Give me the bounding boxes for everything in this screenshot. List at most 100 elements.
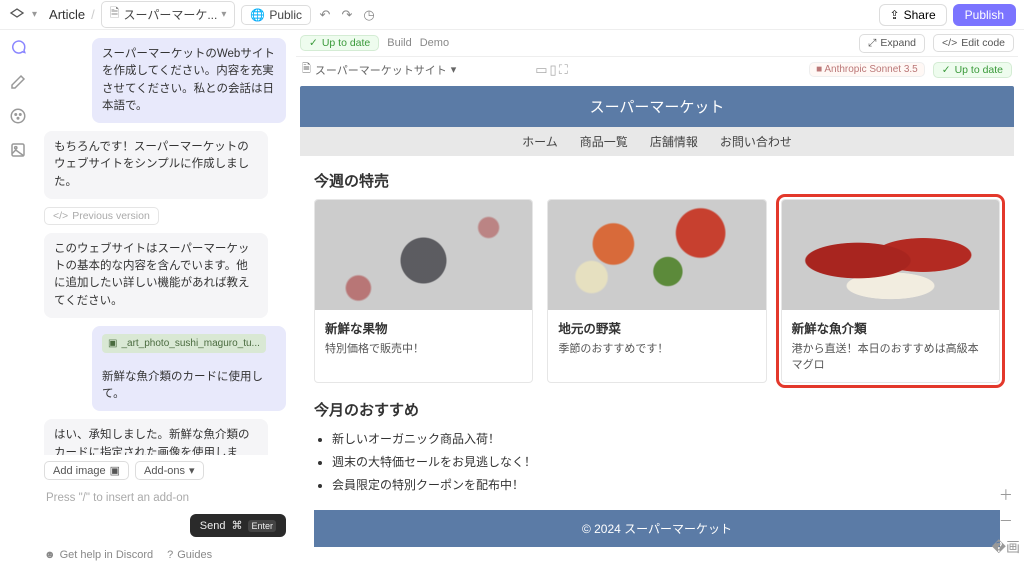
fullscreen-icon[interactable]: ⛶ [559,62,568,78]
previous-version-chip[interactable]: </>Previous version [44,207,159,225]
breadcrumb-slash: / [91,7,95,22]
preview-frame: スーパーマーケット ホーム 商品一覧 店舗情報 お問い合わせ 今週の特売 新鮮な… [296,82,1018,567]
mobile-icon[interactable]: ▯ [550,62,557,78]
zoom-out-icon[interactable]: － [992,511,1020,531]
doc-chip[interactable]: 🗎 スーパーマーケ... ▾ [101,1,236,28]
tab-build[interactable]: Build [387,37,411,49]
msg-user: 新鮮な魚介類のカードに使用して。 [92,361,286,412]
desktop-icon[interactable]: ▭ [535,62,547,78]
composer-input[interactable]: Press "/" to insert an add-on [44,486,286,514]
redo-icon[interactable]: ↷ [339,7,355,23]
share-button[interactable]: ⇪ Share [879,4,947,26]
tab-demo[interactable]: Demo [420,37,449,49]
card-desc: 港から直送！本日のおすすめは高級本マグロ [792,340,989,372]
product-card[interactable]: 地元の野菜季節のおすすめです！ [547,199,766,383]
share-label: Share [904,8,936,22]
nav-home[interactable]: ホーム [522,133,558,150]
status-pill: ✓Up to date [300,35,379,51]
card-title: 地元の野菜 [558,318,755,337]
add-image-button[interactable]: Add image▣ [44,461,129,480]
chat-scroll[interactable]: スーパーマーケットのWebサイトを作成してください。内容を充実させてください。私… [36,30,294,455]
site-root[interactable]: スーパーマーケット ホーム 商品一覧 店舗情報 お問い合わせ 今週の特売 新鮮な… [300,86,1014,559]
document-icon: 🗎 [302,60,311,79]
publish-button[interactable]: Publish [953,4,1016,26]
chevron-down-icon: ▾ [451,63,457,76]
doc-title: スーパーマーケ... [123,6,217,23]
globe-icon: 🌐 [250,8,265,22]
left-rail [0,30,36,567]
attachment-chip[interactable]: ▣_art_photo_sushi_maguro_tu... [102,334,266,353]
card-desc: 特別価格で販売中！ [325,340,522,356]
public-label: Public [269,8,302,22]
app-logo-icon[interactable] [8,6,26,24]
msg-user-group: ▣_art_photo_sushi_maguro_tu... 新鮮な魚介類のカー… [92,326,286,412]
discord-icon: ☻ [44,549,56,561]
image-icon: ▣ [108,338,117,349]
msg-assistant: このウェブサイトはスーパーマーケットの基本的な内容を含んでいます。他に追加したい… [44,233,268,318]
undo-icon[interactable]: ↶ [317,7,333,23]
zoom-reset-icon[interactable]: �画 [992,537,1020,557]
rail-image-icon[interactable] [8,140,28,160]
add-ons-button[interactable]: Add-ons▾ [135,461,204,480]
enter-key: Enter [248,520,276,532]
device-toggle[interactable]: ▭ ▯ ⛶ [535,62,568,78]
chevron-down-icon: ▾ [221,9,226,20]
command-icon: ⌘ [231,519,242,532]
check-icon: ✓ [942,64,951,76]
expand-icon: ⤢ [868,37,876,50]
history-icon[interactable]: ◷ [361,7,377,23]
code-icon: </> [53,210,68,222]
model-chip[interactable]: ■ Anthropic Sonnet 3.5 [809,62,925,77]
expand-button[interactable]: ⤢Expand [859,34,925,53]
chevron-down-icon: ▾ [189,464,195,477]
chat-footer: ☻Get help in Discord ?Guides [36,543,294,567]
site-nav: ホーム 商品一覧 店舗情報 お問い合わせ [300,127,1014,156]
chat-column: スーパーマーケットのWebサイトを作成してください。内容を充実させてください。私… [36,30,294,567]
send-button[interactable]: Send ⌘ Enter [190,514,286,537]
guides-link[interactable]: ?Guides [167,549,212,561]
msg-assistant: はい、承知しました。新鮮な魚介類のカードに指定された画像を使用します。 [44,419,268,455]
product-card-highlighted[interactable]: 新鮮な魚介類港から直送！本日のおすすめは高級本マグロ [781,199,1000,383]
section-weekly-title: 今週の特売 [314,170,1000,191]
msg-user: スーパーマーケットのWebサイトを作成してください。内容を充実させてください。私… [92,38,286,123]
file-chip[interactable]: 🗎スーパーマーケットサイト ▾ [302,60,456,79]
rail-palette-icon[interactable] [8,106,28,126]
visibility-chip[interactable]: 🌐 Public [241,5,311,25]
card-title: 新鮮な果物 [325,318,522,337]
list-item: 週末の大特価セールをお見逃しなく！ [332,451,1000,474]
share-icon: ⇪ [890,8,900,22]
zoom-controls: ＋ － �画 [992,485,1020,557]
image-icon: ▣ [110,464,120,477]
preview-header: 🗎スーパーマーケットサイト ▾ ▭ ▯ ⛶ ■ Anthropic Sonnet… [296,56,1018,82]
discord-link[interactable]: ☻Get help in Discord [44,549,153,561]
site-footer: © 2024 スーパーマーケット [314,510,1000,547]
nav-products[interactable]: 商品一覧 [580,133,628,150]
preview-topbar: ✓Up to date Build Demo ⤢Expand </>Edit c… [296,30,1018,56]
composer: Add image▣ Add-ons▾ Press "/" to insert … [36,455,294,543]
card-row: 新鮮な果物特別価格で販売中！ 地元の野菜季節のおすすめです！ 新鮮な魚介類港から… [314,199,1000,383]
recommend-list: 新しいオーガニック商品入荷！ 週末の大特価セールをお見逃しなく！ 会員限定の特別… [314,428,1000,496]
help-icon: ? [167,549,173,561]
rail-chat-icon[interactable] [8,38,28,58]
code-icon: </> [942,37,957,49]
list-item: 会員限定の特別クーポンを配布中！ [332,474,1000,497]
edit-code-button[interactable]: </>Edit code [933,34,1014,52]
section-monthly-title: 今月のおすすめ [314,399,1000,420]
nav-stores[interactable]: 店舗情報 [650,133,698,150]
top-bar: ▾ Article / 🗎 スーパーマーケ... ▾ 🌐 Public ↶ ↷ … [0,0,1024,30]
chevron-down-icon[interactable]: ▾ [32,9,37,20]
card-desc: 季節のおすすめです！ [558,340,755,356]
status-pill: ✓Up to date [933,62,1012,78]
preview-column: ✓Up to date Build Demo ⤢Expand </>Edit c… [296,30,1018,567]
card-title: 新鮮な魚介類 [792,318,989,337]
check-icon: ✓ [309,37,318,49]
card-image-vegetable [548,200,765,310]
product-card[interactable]: 新鮮な果物特別価格で販売中！ [314,199,533,383]
msg-assistant: もちろんです！スーパーマーケットのウェブサイトをシンプルに作成しました。 [44,131,268,199]
zoom-in-icon[interactable]: ＋ [992,485,1020,505]
card-image-fruit [315,200,532,310]
site-title: スーパーマーケット [300,86,1014,127]
nav-contact[interactable]: お問い合わせ [720,133,792,150]
breadcrumb-article[interactable]: Article [49,7,85,22]
rail-edit-icon[interactable] [8,72,28,92]
